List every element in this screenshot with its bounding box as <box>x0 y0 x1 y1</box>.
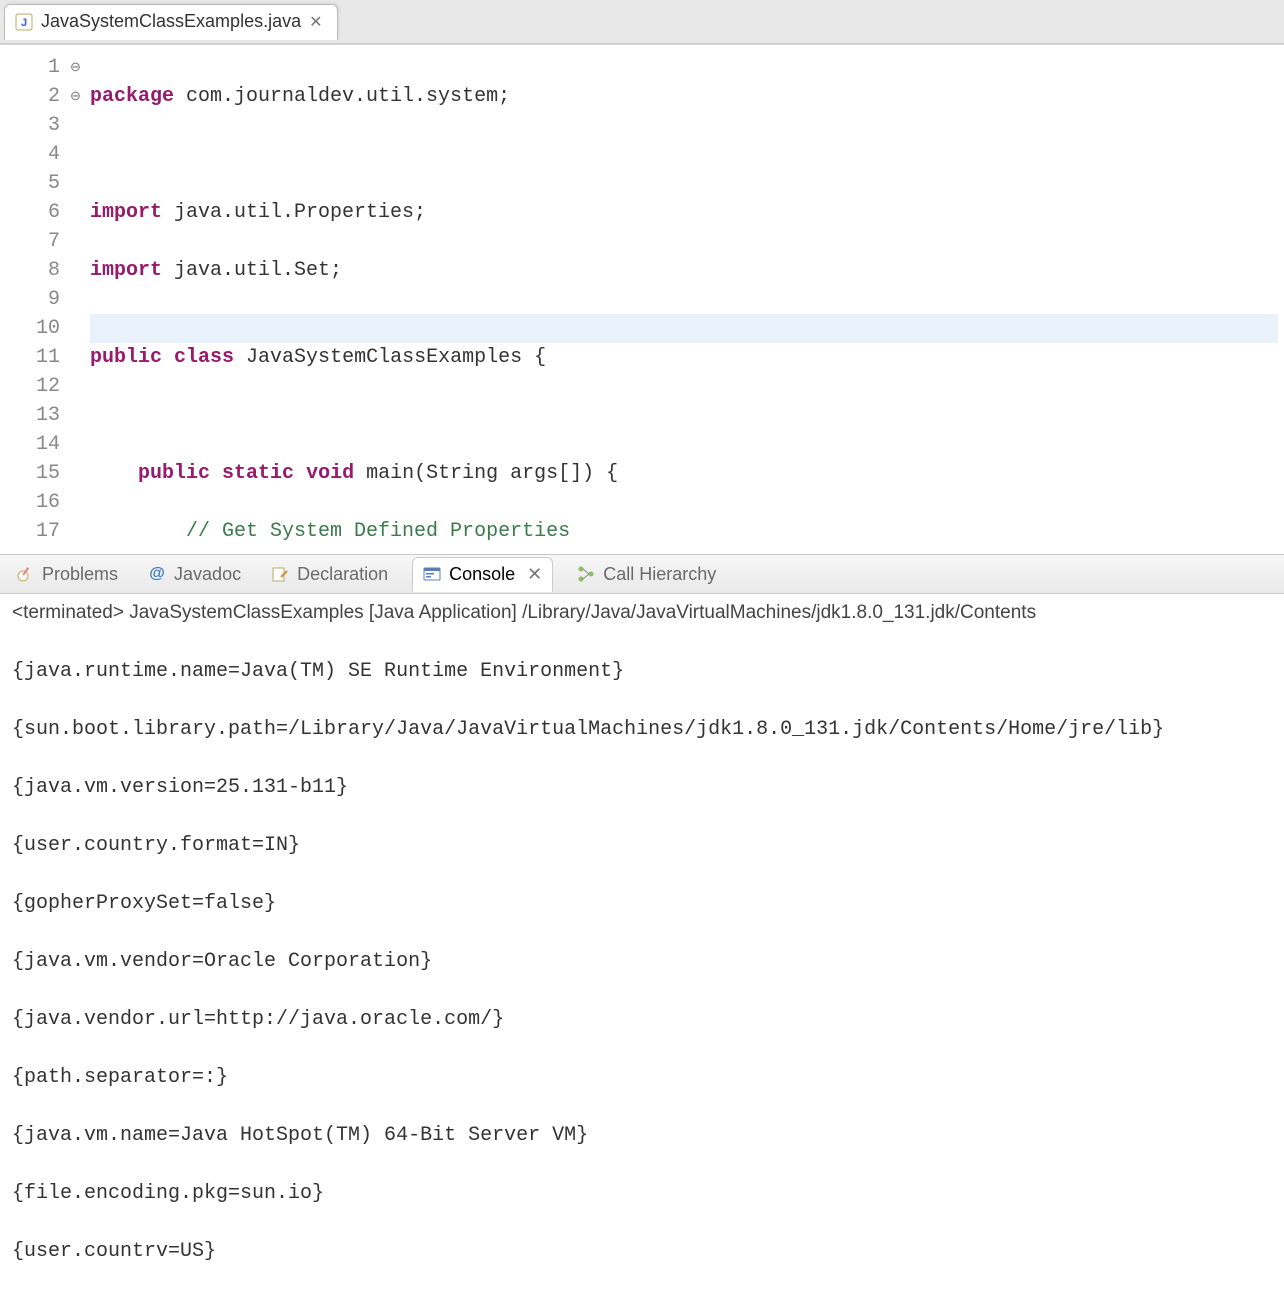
ln: 1 <box>0 53 60 82</box>
svg-text:J: J <box>21 17 27 29</box>
console-line: {path.separator=:} <box>12 1063 1272 1092</box>
view-label: Console <box>449 564 515 585</box>
ln: 2 <box>0 82 60 111</box>
code-line[interactable]: import java.util.Set; <box>90 256 1278 285</box>
editor-tab-bar: J JavaSystemClassExamples.java ✕ <box>0 0 1284 44</box>
console-icon <box>423 565 441 583</box>
console-line: {user.country.format=IN} <box>12 831 1272 860</box>
console-header: <terminated> JavaSystemClassExamples [Ja… <box>0 594 1284 628</box>
code-editor[interactable]: 1 2 3 4 5 6 7 8 9 10 11 12 13 14 15 16 1… <box>0 44 1284 554</box>
problems-icon <box>16 565 34 583</box>
console-line: {file.encoding.pkg=sun.io} <box>12 1179 1272 1208</box>
ln: 4 <box>0 140 60 169</box>
tab-console[interactable]: Console ✕ <box>412 557 553 592</box>
code-line[interactable]: public static void main(String args[]) { <box>90 459 1278 488</box>
call-hierarchy-icon <box>577 565 595 583</box>
ln: 13 <box>0 401 60 430</box>
code-line[interactable]: package com.journaldev.util.system; <box>90 82 1278 111</box>
ln: 10 <box>0 314 60 343</box>
ln: 6 <box>0 198 60 227</box>
ln: 16 <box>0 488 60 517</box>
ln: 11 <box>0 343 60 372</box>
close-icon[interactable]: ✕ <box>527 564 542 585</box>
view-label: Declaration <box>297 564 388 585</box>
ln: 14 <box>0 430 60 459</box>
code-area[interactable]: package com.journaldev.util.system; impo… <box>88 45 1284 554</box>
close-icon[interactable]: ✕ <box>309 12 322 32</box>
console-output[interactable]: {java.runtime.name=Java(TM) SE Runtime E… <box>0 628 1284 1305</box>
view-label: Call Hierarchy <box>603 564 716 585</box>
ln: 9 <box>0 285 60 314</box>
ln: 8 <box>0 256 60 285</box>
ln: 3 <box>0 111 60 140</box>
tab-javadoc[interactable]: @ Javadoc <box>142 560 247 589</box>
console-line: {java.vm.vendor=Oracle Corporation} <box>12 947 1272 976</box>
code-line[interactable]: public class JavaSystemClassExamples { <box>90 343 1278 372</box>
fold-mark[interactable]: ⊖ <box>70 82 88 111</box>
console-line: {java.vm.name=Java HotSpot(TM) 64-Bit Se… <box>12 1121 1272 1150</box>
javadoc-icon: @ <box>148 565 166 583</box>
fold-mark[interactable]: ⊖ <box>70 53 88 82</box>
ln: 12 <box>0 372 60 401</box>
code-line[interactable] <box>90 140 1278 169</box>
console-line: {sun.boot.library.path=/Library/Java/Jav… <box>12 715 1272 744</box>
ln: 7 <box>0 227 60 256</box>
console-line: {java.runtime.name=Java(TM) SE Runtime E… <box>12 657 1272 686</box>
code-line[interactable]: // Get System Defined Properties <box>90 517 1278 546</box>
tab-call-hierarchy[interactable]: Call Hierarchy <box>571 560 722 589</box>
code-line[interactable]: import java.util.Properties; <box>90 198 1278 227</box>
ln: 17 <box>0 517 60 546</box>
editor-tab[interactable]: J JavaSystemClassExamples.java ✕ <box>4 4 338 40</box>
fold-gutter: ⊖ ⊖ <box>70 45 88 554</box>
java-file-icon: J <box>15 13 33 31</box>
console-line: {user.countrv=US} <box>12 1237 1272 1266</box>
editor-tab-label: JavaSystemClassExamples.java <box>41 11 301 32</box>
code-line[interactable] <box>90 314 1278 343</box>
console-line: {gopherProxySet=false} <box>12 889 1272 918</box>
tab-declaration[interactable]: Declaration <box>265 560 394 589</box>
ln: 5 <box>0 169 60 198</box>
view-label: Javadoc <box>174 564 241 585</box>
console-line: {java.vm.version=25.131-b11} <box>12 773 1272 802</box>
declaration-icon <box>271 565 289 583</box>
ln: 15 <box>0 459 60 488</box>
code-line[interactable] <box>90 401 1278 430</box>
bottom-views-bar: Problems @ Javadoc Declaration Console ✕… <box>0 554 1284 594</box>
console-line: {java.vendor.url=http://java.oracle.com/… <box>12 1005 1272 1034</box>
view-label: Problems <box>42 564 118 585</box>
line-number-gutter: 1 2 3 4 5 6 7 8 9 10 11 12 13 14 15 16 1… <box>0 45 70 554</box>
tab-problems[interactable]: Problems <box>10 560 124 589</box>
